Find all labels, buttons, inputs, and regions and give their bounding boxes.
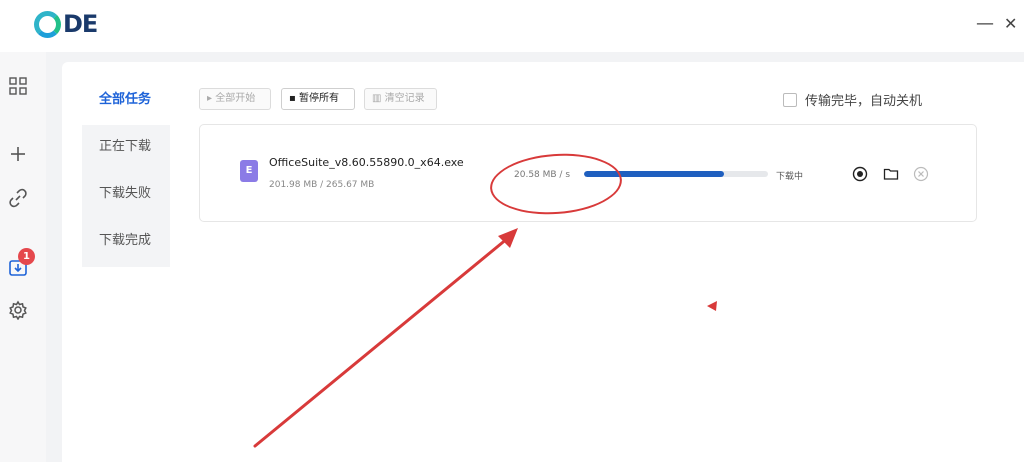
logo-ring-icon xyxy=(34,10,61,38)
clear-records-button[interactable]: ▥ 清空记录 xyxy=(364,88,437,110)
category-failed[interactable]: 下载失败 xyxy=(82,174,170,214)
file-name: OfficeSuite_v8.60.55890.0_x64.exe xyxy=(269,156,464,169)
link-icon[interactable] xyxy=(8,188,28,208)
category-completed[interactable]: 下载完成 xyxy=(82,221,170,261)
minimize-button[interactable]: — xyxy=(976,14,994,34)
main-panel xyxy=(62,62,1024,462)
download-status: 下载中 xyxy=(776,172,804,182)
exe-file-icon: E xyxy=(240,160,258,182)
start-all-button[interactable]: ▸ 全部开始 xyxy=(199,88,271,110)
folder-icon[interactable] xyxy=(883,166,899,182)
download-count-badge: 1 xyxy=(18,248,35,265)
title-bar: DE — ✕ xyxy=(0,0,1024,52)
pause-all-button[interactable]: ▪ 暂停所有 xyxy=(281,88,355,110)
close-button[interactable]: ✕ xyxy=(1004,14,1017,34)
auto-shutdown-option[interactable]: 传输完毕，自动关机 xyxy=(783,90,922,109)
pause-icon[interactable] xyxy=(852,166,868,182)
gear-icon[interactable] xyxy=(8,300,28,321)
left-rail: 1 xyxy=(0,52,46,462)
category-downloading[interactable]: 正在下载 xyxy=(82,127,170,167)
auto-shutdown-label: 传输完毕，自动关机 xyxy=(805,94,923,109)
category-all-tasks[interactable]: 全部任务 xyxy=(82,80,170,120)
cancel-icon[interactable] xyxy=(913,166,929,182)
grid-icon[interactable] xyxy=(8,76,28,96)
file-size: 201.98 MB / 265.67 MB xyxy=(269,180,375,190)
app-logo: DE xyxy=(34,10,98,38)
auto-shutdown-checkbox[interactable] xyxy=(783,92,797,107)
logo-text: DE xyxy=(63,10,98,38)
plus-icon[interactable] xyxy=(8,144,28,164)
